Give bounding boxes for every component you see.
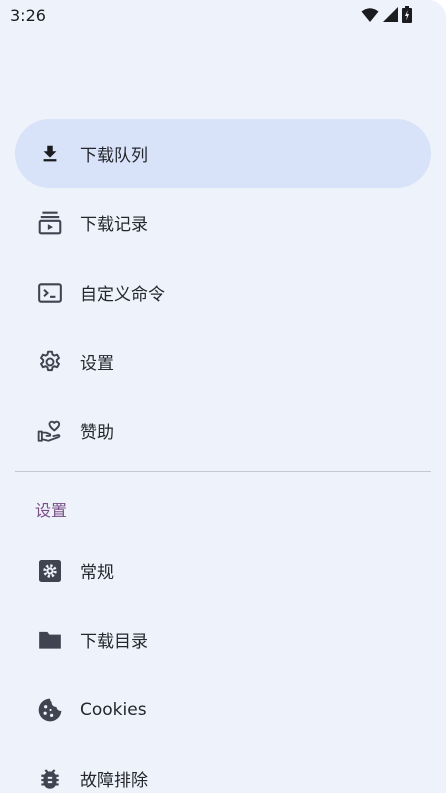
nav-item-label: 常规 (80, 563, 114, 583)
nav-item-settings[interactable]: 设置 (15, 327, 431, 396)
nav-item-label: 设置 (80, 354, 114, 374)
nav-item-general[interactable]: 常规 (15, 536, 431, 605)
volunteer-heart-icon (37, 418, 63, 444)
folder-icon (37, 627, 63, 653)
nav-item-label: 下载队列 (80, 146, 148, 166)
battery-icon (402, 6, 412, 23)
nav-item-label: 故障排除 (80, 771, 148, 791)
bug-icon (37, 766, 63, 792)
nav-item-label: 赞助 (80, 423, 114, 443)
nav-item-custom-commands[interactable]: 自定义命令 (15, 258, 431, 327)
download-icon (37, 141, 63, 167)
divider (15, 471, 431, 472)
nav-item-troubleshooting[interactable]: 故障排除 (15, 744, 431, 793)
settings-section-header: 设置 (35, 501, 68, 520)
nav-item-download-directory[interactable]: 下载目录 (15, 605, 431, 674)
gear-icon (37, 349, 63, 375)
status-bar: 3:26 (0, 0, 446, 32)
cookie-icon (37, 697, 63, 723)
nav-item-sponsor[interactable]: 赞助 (15, 396, 431, 465)
terminal-icon (37, 280, 63, 306)
nav-item-label: 下载记录 (80, 215, 148, 235)
wifi-icon (361, 7, 379, 22)
navigation-drawer: 3:26 下载队列 下载记录 自定义命令 设置 赞助 设置 常规 下载目录 Co… (0, 0, 446, 793)
subscriptions-icon (37, 210, 63, 236)
nav-item-download-queue[interactable]: 下载队列 (15, 119, 431, 188)
nav-item-label: Cookies (80, 699, 147, 720)
settings-box-icon (37, 558, 63, 584)
status-time: 3:26 (10, 6, 46, 25)
nav-item-cookies[interactable]: Cookies (15, 675, 431, 744)
cellular-signal-icon (383, 7, 398, 22)
nav-item-download-history[interactable]: 下载记录 (15, 188, 431, 257)
status-icons (361, 6, 412, 23)
nav-item-label: 下载目录 (80, 632, 148, 652)
nav-item-label: 自定义命令 (80, 285, 165, 305)
